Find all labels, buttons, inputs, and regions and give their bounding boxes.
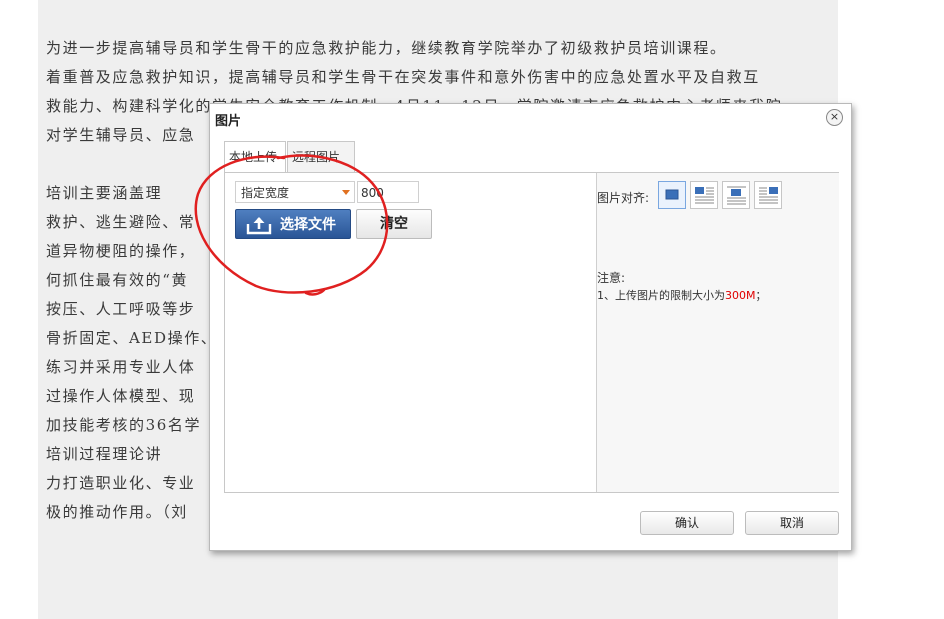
note-size-limit-suffix: ；	[755, 289, 767, 302]
close-icon: ×	[829, 110, 840, 123]
upload-icon	[246, 217, 272, 235]
document-line: 为进一步提高辅导员和学生骨干的应急救护能力，继续教育学院举办了初级救护员培训课程…	[46, 39, 727, 57]
align-none-button[interactable]	[658, 181, 686, 209]
note-title: 注意:	[597, 271, 626, 285]
confirm-button[interactable]: 确认	[640, 511, 734, 535]
close-button[interactable]: ×	[826, 109, 843, 126]
size-mode-value: 指定宽度	[241, 186, 290, 200]
page-margin-left	[0, 0, 38, 619]
width-input[interactable]: 800	[357, 181, 419, 203]
align-left-button[interactable]	[690, 181, 718, 209]
note-size-limit-value: 300M	[725, 289, 756, 302]
align-right-icon	[759, 187, 778, 204]
upload-panel: 指定宽度 800 选择文件 清空 图片对齐: 注意: 1、上传图片的限制大小为3…	[224, 172, 839, 493]
tab-local-upload[interactable]: 本地上传	[224, 141, 286, 173]
choose-file-label: 选择文件	[280, 217, 336, 233]
document-line: 着重普及应急救护知识，提高辅导员和学生骨干在突发事件和意外伤害中的应急处置水平及…	[46, 68, 760, 86]
image-dialog: 图片 × 本地上传 远程图片 指定宽度 800 选择文件 清空 图片对齐: 注意…	[209, 103, 852, 551]
page-margin-right	[838, 0, 944, 619]
size-mode-select[interactable]: 指定宽度	[235, 181, 355, 203]
align-right-button[interactable]	[754, 181, 782, 209]
dialog-title: 图片	[215, 114, 242, 129]
align-center-button[interactable]	[722, 181, 750, 209]
choose-file-button[interactable]: 选择文件	[235, 209, 351, 239]
note-size-limit: 1、上传图片的限制大小为300M；	[597, 287, 767, 303]
options-panel: 图片对齐: 注意: 1、上传图片的限制大小为300M；	[596, 173, 839, 492]
align-none-icon	[665, 189, 679, 200]
align-left-icon	[695, 187, 714, 204]
dropdown-arrow-icon	[342, 190, 350, 195]
clear-button[interactable]: 清空	[356, 209, 432, 239]
note-size-limit-prefix: 1、上传图片的限制大小为	[597, 289, 725, 302]
tab-remote-image[interactable]: 远程图片	[287, 141, 355, 172]
align-label: 图片对齐:	[597, 191, 650, 205]
align-center-icon	[727, 186, 746, 205]
cancel-button[interactable]: 取消	[745, 511, 839, 535]
